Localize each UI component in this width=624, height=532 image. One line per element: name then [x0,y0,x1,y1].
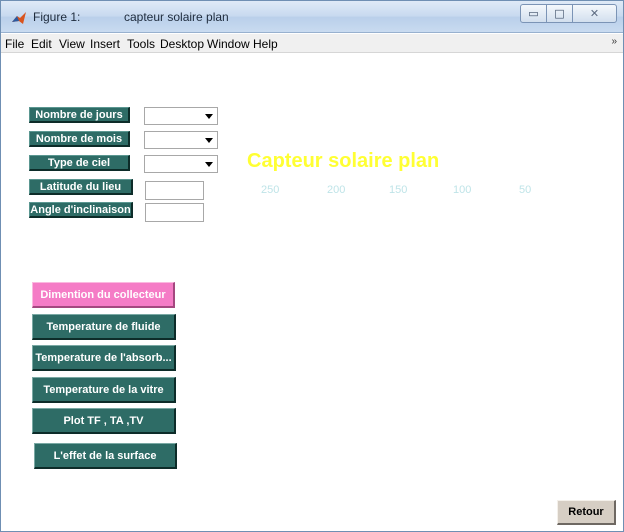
tick-label: 200 [327,184,346,196]
effet-surface-button[interactable]: L'effet de la surface [34,443,177,469]
tick-label: 150 [389,184,408,196]
window-title: capteur solaire plan [124,10,229,24]
label-angle-inclinaison: Angle d'inclinaison [29,202,133,218]
heading-capteur-solaire: Capteur solaire plan [247,150,440,172]
maximize-icon: □ [554,7,565,20]
menu-bar: File Edit View Insert Tools Desktop Wind… [1,34,623,53]
figure-number: Figure 1: [33,10,81,24]
label-nombre-jours: Nombre de jours [29,107,130,123]
minimize-icon: ▭ [528,7,539,20]
close-icon: ✕ [589,7,600,20]
plot-tf-ta-tv-button[interactable]: Plot TF , TA ,TV [32,408,176,434]
minimize-button[interactable]: ▭ [520,4,547,23]
dropdown-arrow-icon [205,138,213,143]
latitude-input[interactable] [145,181,204,200]
temperature-fluide-button[interactable]: Temperature de fluide [32,314,176,340]
temperature-vitre-button[interactable]: Temperature de la vitre [32,377,176,403]
ciel-dropdown[interactable] [144,155,218,173]
label-nombre-mois: Nombre de mois [29,131,130,147]
label-type-ciel: Type de ciel [29,155,130,171]
tick-label: 100 [453,184,472,196]
tick-label: 50 [519,184,532,196]
angle-input[interactable] [145,203,204,222]
maximize-button[interactable]: □ [546,4,573,23]
figure-window: Figure 1: capteur solaire plan ▭ □ ✕ Fil… [0,0,624,532]
tick-label: 250 [261,184,280,196]
menu-tools[interactable]: Tools [127,37,155,51]
retour-button[interactable]: Retour [557,500,616,525]
dropdown-arrow-icon [205,114,213,119]
menu-file[interactable]: File [5,37,24,51]
close-button[interactable]: ✕ [572,4,617,23]
menu-view[interactable]: View [59,37,85,51]
menu-insert[interactable]: Insert [90,37,120,51]
temperature-absorbeur-button[interactable]: Temperature de l'absorb... [32,345,176,371]
menu-desktop[interactable]: Desktop [160,37,204,51]
title-bar[interactable]: Figure 1: capteur solaire plan ▭ □ ✕ [1,1,623,33]
toolbar-overflow-icon[interactable]: » [611,36,617,47]
mois-dropdown[interactable] [144,131,218,149]
dropdown-arrow-icon [205,162,213,167]
label-latitude: Latitude du lieu [29,179,133,195]
menu-window[interactable]: Window [207,37,250,51]
matlab-icon [12,12,26,24]
menu-help[interactable]: Help [253,37,278,51]
jours-dropdown[interactable] [144,107,218,125]
window-controls: ▭ □ ✕ [520,4,617,23]
menu-edit[interactable]: Edit [31,37,52,51]
dimention-collecteur-button[interactable]: Dimention du collecteur [32,282,175,308]
